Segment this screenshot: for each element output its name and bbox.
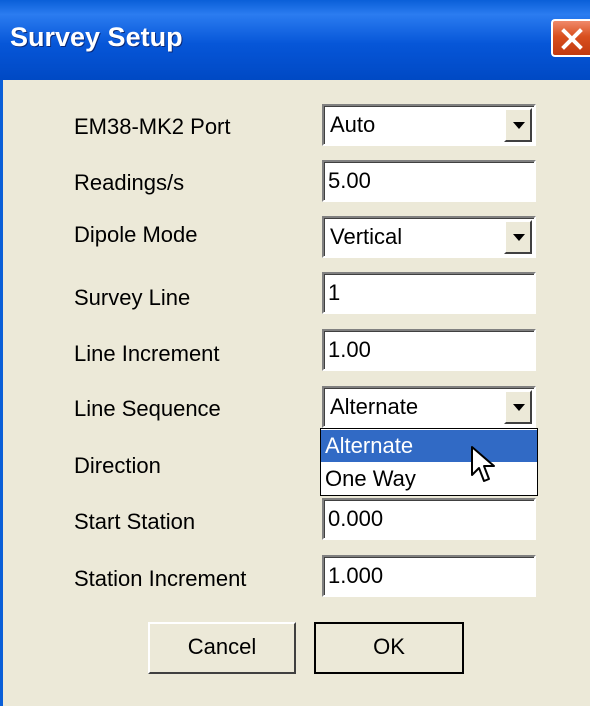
start-station-input[interactable]: 0.000 — [322, 498, 536, 540]
port-select-value: Auto — [330, 112, 376, 137]
line-sequence-value: Alternate — [330, 394, 419, 419]
dropdown-option-alternate[interactable]: Alternate — [321, 430, 537, 462]
window-title: Survey Setup — [10, 22, 183, 52]
line-sequence-select[interactable]: Alternate — [322, 386, 536, 428]
readings-input[interactable]: 5.00 — [322, 160, 536, 202]
title-bar[interactable]: Survey Setup — [0, 0, 590, 80]
dipole-mode-select[interactable]: Vertical — [322, 216, 536, 258]
dipole-dropdown-button[interactable] — [504, 220, 532, 254]
station-increment-label: Station Increment — [74, 566, 247, 591]
port-select[interactable]: Auto — [322, 104, 536, 146]
line-sequence-label: Line Sequence — [74, 396, 221, 421]
line-sequence-dropdown-list[interactable]: Alternate One Way — [320, 428, 538, 496]
line-increment-input[interactable]: 1.00 — [322, 329, 536, 371]
line-sequence-dropdown-button[interactable] — [504, 390, 532, 424]
chevron-down-icon — [513, 122, 525, 129]
start-station-label: Start Station — [74, 509, 196, 534]
line-increment-label: Line Increment — [74, 341, 220, 366]
port-label: EM38-MK2 Port — [74, 114, 231, 139]
dropdown-option-one-way[interactable]: One Way — [321, 463, 537, 495]
survey-line-label: Survey Line — [74, 285, 191, 310]
direction-label: Direction — [74, 453, 161, 478]
close-x-icon — [561, 28, 583, 50]
chevron-down-icon — [513, 404, 525, 411]
station-increment-input[interactable]: 1.000 — [322, 555, 536, 597]
port-dropdown-button[interactable] — [504, 108, 532, 142]
close-button[interactable] — [551, 19, 590, 57]
dipole-mode-label: Dipole Mode — [74, 222, 198, 247]
ok-button[interactable]: OK — [314, 622, 464, 674]
mouse-pointer-icon — [471, 446, 495, 482]
survey-line-input[interactable]: 1 — [322, 272, 536, 314]
cancel-button[interactable]: Cancel — [148, 622, 296, 674]
readings-label: Readings/s — [74, 170, 185, 195]
dipole-mode-value: Vertical — [330, 224, 403, 249]
chevron-down-icon — [513, 234, 525, 241]
